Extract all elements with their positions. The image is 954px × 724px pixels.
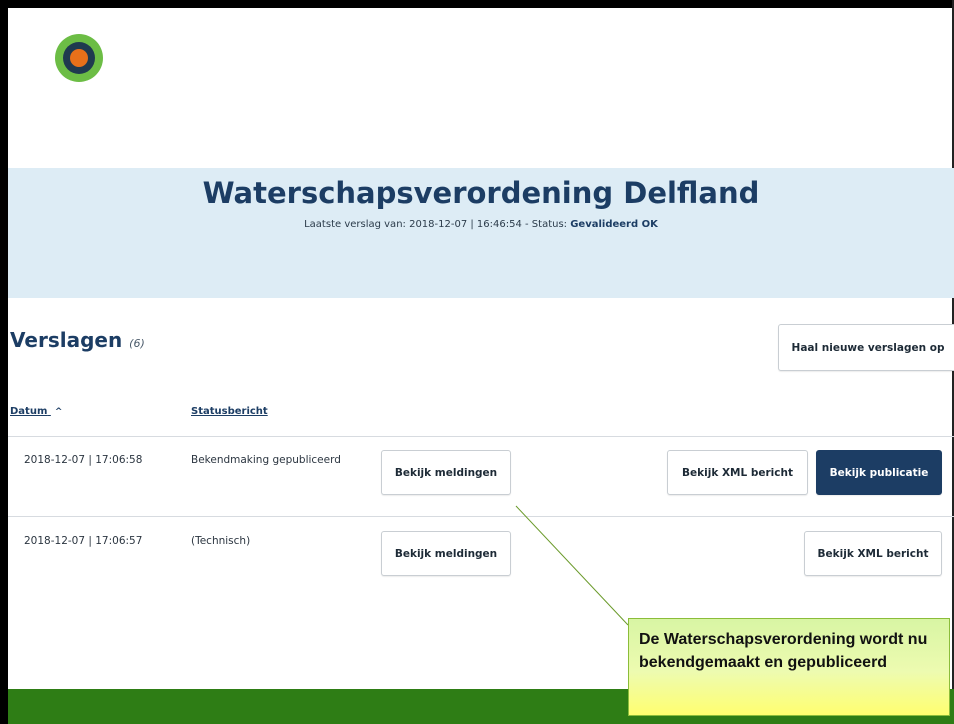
row1-view-xml-button[interactable]: Bekijk XML bericht [667, 450, 808, 495]
column-header-datum-label: Datum [10, 406, 48, 417]
hero-banner: Waterschapsverordening Delfland Laatste … [8, 168, 954, 298]
last-report-info: Laatste verslag van: 2018-12-07 | 16:46:… [8, 219, 954, 230]
page-title: Waterschapsverordening Delfland [202, 176, 760, 210]
row2-status: (Technisch) [191, 535, 251, 547]
table-divider [8, 436, 954, 437]
row1-view-messages-button[interactable]: Bekijk meldingen [381, 450, 511, 495]
row1-status: Bekendmaking gepubliceerd [191, 454, 341, 466]
frame-top-border [0, 0, 954, 8]
annotation-callout: De Waterschapsverordening wordt nu beken… [628, 618, 950, 716]
column-header-datum[interactable]: Datum ^ [10, 406, 62, 417]
column-header-statusbericht[interactable]: Statusbericht [191, 406, 268, 417]
logo-icon [55, 34, 103, 82]
section-title-text: Verslagen [10, 328, 123, 352]
row2-datum: 2018-12-07 | 17:06:57 [24, 535, 143, 547]
status-value: Gevalideerd OK [570, 219, 658, 230]
table-row-divider [8, 516, 954, 517]
section-count: (6) [129, 337, 145, 350]
row1-datum: 2018-12-07 | 17:06:58 [24, 454, 143, 466]
row1-view-publication-button[interactable]: Bekijk publicatie [816, 450, 942, 495]
frame-left-border [0, 0, 8, 724]
row2-view-xml-button[interactable]: Bekijk XML bericht [804, 531, 942, 576]
last-report-text: Laatste verslag van: 2018-12-07 | 16:46:… [304, 219, 571, 230]
section-title: Verslagen (6) [10, 328, 145, 352]
refresh-reports-button[interactable]: Haal nieuwe verslagen op [778, 324, 954, 371]
sort-ascending-icon: ^ [54, 407, 63, 417]
row2-view-messages-button[interactable]: Bekijk meldingen [381, 531, 511, 576]
